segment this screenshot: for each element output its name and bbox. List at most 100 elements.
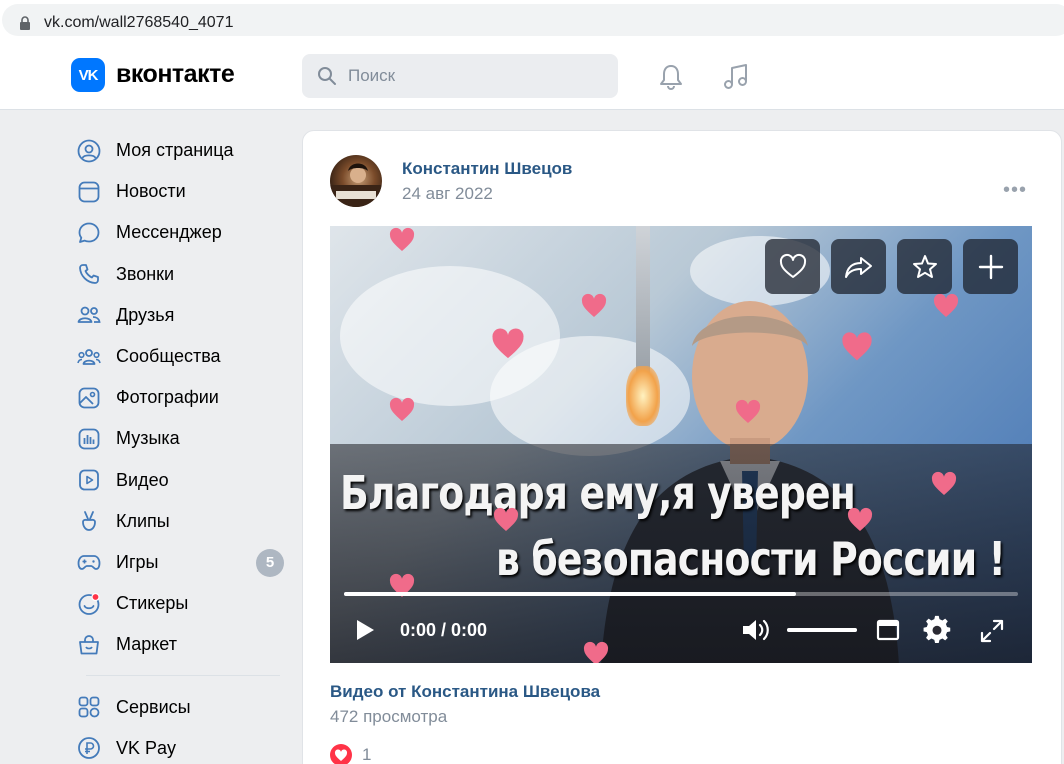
sidebar-item-label: VK Pay <box>116 737 177 758</box>
sidebar-item-friends[interactable]: Друзья <box>72 295 288 336</box>
author-avatar[interactable] <box>330 155 382 207</box>
sidebar-item-label: Маркет <box>116 634 177 655</box>
sidebar-item-vkpay[interactable]: VK Pay <box>72 728 288 764</box>
browser-address-bar: vk.com/wall2768540_4071 <box>0 0 1064 40</box>
sidebar-item-label: Новости <box>116 181 186 202</box>
vk-logo-icon[interactable]: VK <box>71 58 105 92</box>
video-icon <box>76 467 102 493</box>
video-progress-fill <box>344 592 796 596</box>
heart-filled-icon <box>330 744 352 764</box>
post-date[interactable]: 24 авг 2022 <box>402 184 493 204</box>
sidebar-item-news[interactable]: Новости <box>72 171 288 212</box>
sidebar-divider <box>86 675 280 677</box>
volume-fill <box>787 628 857 632</box>
volume-slider[interactable] <box>787 628 857 632</box>
video-player[interactable]: Благодаря ему,я уверен в безопасности Ро… <box>330 226 1032 663</box>
heart-decoration <box>847 507 873 531</box>
settings-gear-icon[interactable] <box>922 615 952 645</box>
sidebar-item-label: Видео <box>116 469 169 490</box>
games-icon <box>76 549 102 575</box>
left-sidebar: Моя страница Новости Мессенджер Звонки Д… <box>72 130 288 764</box>
heart-decoration <box>735 399 761 423</box>
sidebar-item-label: Игры <box>116 551 159 572</box>
video-title-link[interactable]: Видео от Константина Швецова <box>330 682 600 702</box>
video-add-button[interactable] <box>963 239 1018 294</box>
market-icon <box>76 632 102 658</box>
sidebar-item-clips[interactable]: Клипы <box>72 501 288 542</box>
video-time: 0:00 / 0:00 <box>400 620 488 640</box>
heart-decoration <box>933 293 959 317</box>
plus-icon <box>978 254 1003 279</box>
sidebar-item-label: Фотографии <box>116 387 219 408</box>
sidebar-item-messenger[interactable]: Мессенджер <box>72 212 288 253</box>
heart-decoration <box>581 293 607 317</box>
url-text: vk.com/wall2768540_4071 <box>44 14 234 31</box>
url-field[interactable]: vk.com/wall2768540_4071 <box>2 4 1064 36</box>
post-more-menu-icon[interactable]: ••• <box>1003 179 1027 202</box>
post-author-name[interactable]: Константин Швецов <box>402 159 572 179</box>
search-box[interactable] <box>302 54 618 98</box>
sidebar-item-label: Сообщества <box>116 346 221 367</box>
phone-icon <box>76 261 102 287</box>
video-progress-bar[interactable] <box>344 592 1018 596</box>
sidebar-item-services[interactable]: Сервисы <box>72 686 288 727</box>
sidebar-item-photos[interactable]: Фотографии <box>72 377 288 418</box>
user-circle-icon <box>76 138 102 164</box>
video-share-button[interactable] <box>831 239 886 294</box>
message-icon <box>76 220 102 246</box>
sidebar-item-calls[interactable]: Звонки <box>72 254 288 295</box>
post-like-button[interactable]: 1 <box>330 744 371 764</box>
sidebar-item-label: Звонки <box>116 263 175 284</box>
sidebar-item-label: Музыка <box>116 428 180 449</box>
communities-icon <box>76 344 102 370</box>
music-player-icon[interactable] <box>721 62 751 92</box>
sidebar-item-market[interactable]: Маркет <box>72 624 288 665</box>
vkpay-icon <box>76 735 102 761</box>
games-counter-badge: 5 <box>256 548 284 577</box>
lock-icon <box>20 16 30 30</box>
sidebar-item-my-page[interactable]: Моя страница <box>72 130 288 171</box>
heart-outline-icon <box>779 253 806 278</box>
sidebar-item-video[interactable]: Видео <box>72 460 288 501</box>
share-arrow-icon <box>844 256 872 278</box>
sidebar-item-label: Сервисы <box>116 696 191 717</box>
heart-decoration <box>492 328 524 359</box>
music-icon <box>76 426 102 452</box>
fullscreen-icon[interactable] <box>980 619 1004 643</box>
logo-text[interactable]: вконтакте <box>116 60 235 89</box>
sidebar-item-communities[interactable]: Сообщества <box>72 336 288 377</box>
heart-decoration <box>842 332 872 361</box>
video-views: 472 просмотра <box>330 707 448 726</box>
search-icon <box>318 67 336 85</box>
sidebar-item-label: Клипы <box>116 510 170 531</box>
play-icon[interactable] <box>354 618 376 642</box>
star-outline-icon <box>912 254 937 278</box>
search-input[interactable] <box>348 54 608 98</box>
heart-decoration <box>389 397 415 421</box>
heart-decoration <box>493 507 519 531</box>
heart-decoration <box>931 471 957 495</box>
site-header: VK вконтакте <box>0 40 1064 110</box>
heart-decoration <box>583 641 609 663</box>
sidebar-item-music[interactable]: Музыка <box>72 418 288 459</box>
notifications-bell-icon[interactable] <box>656 62 686 92</box>
video-like-button[interactable] <box>765 239 820 294</box>
photo-icon <box>76 385 102 411</box>
sidebar-item-label: Мессенджер <box>116 222 222 243</box>
sidebar-item-label: Стикеры <box>116 593 189 614</box>
video-bookmark-button[interactable] <box>897 239 952 294</box>
sidebar-item-label: Моя страница <box>116 140 234 161</box>
video-caption-line-2: в безопасности России ! <box>496 532 1006 586</box>
sidebar-item-label: Друзья <box>116 304 175 325</box>
video-caption-line-1: Благодаря ему,я уверен <box>340 466 856 520</box>
services-icon <box>76 694 102 720</box>
news-icon <box>76 179 102 205</box>
sidebar-item-stickers[interactable]: Стикеры <box>72 583 288 624</box>
like-count: 1 <box>362 745 372 764</box>
volume-icon[interactable] <box>740 616 772 644</box>
miniplayer-icon[interactable] <box>876 618 900 642</box>
heart-decoration <box>389 227 415 251</box>
sidebar-item-games[interactable]: Игры 5 <box>72 542 288 583</box>
stickers-icon <box>76 591 102 617</box>
wall-post: Константин Швецов 24 авг 2022 ••• Благод… <box>302 130 1062 764</box>
